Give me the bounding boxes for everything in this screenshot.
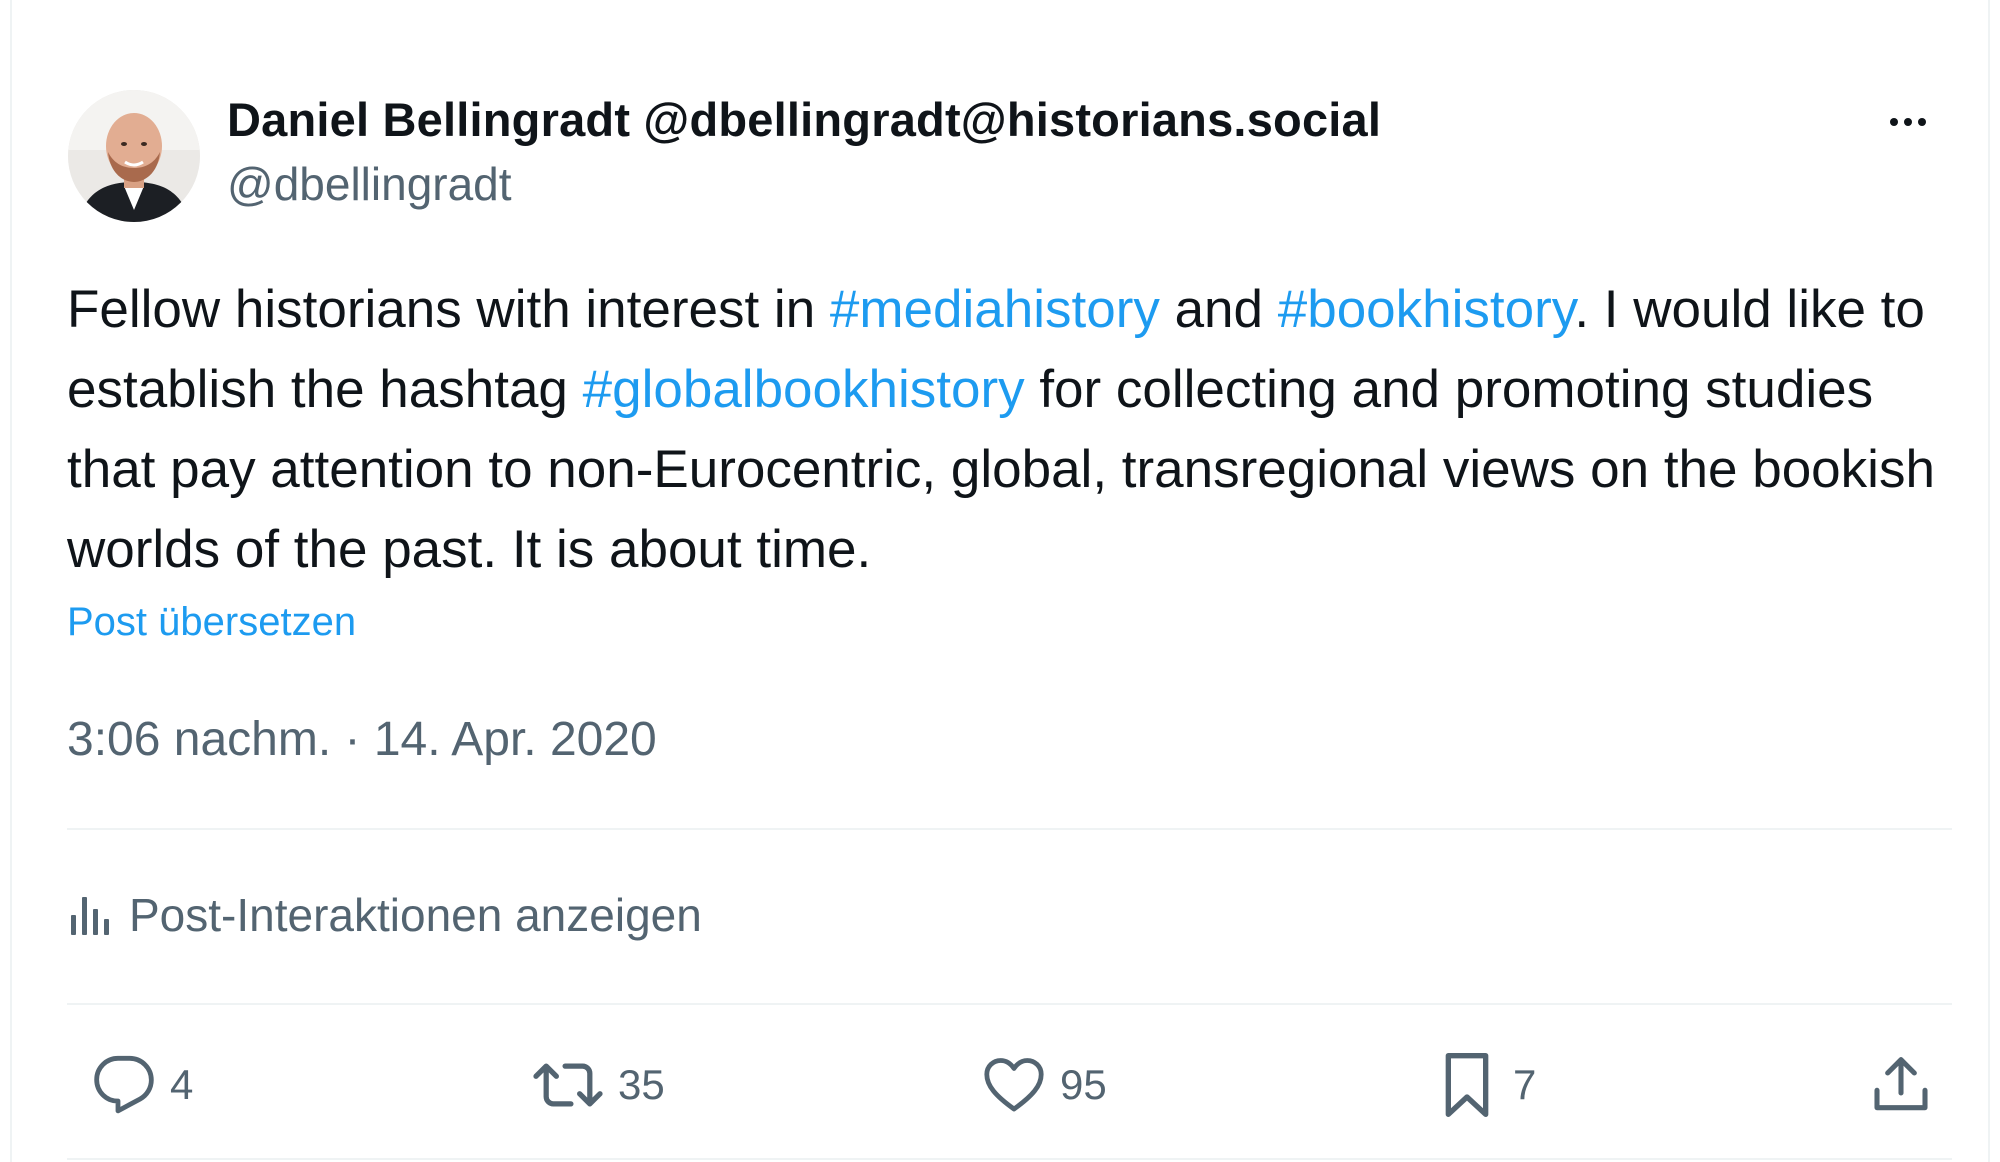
more-options-button[interactable] [1878,92,1938,152]
divider [67,1003,1952,1005]
author-display-name[interactable]: Daniel Bellingradt @dbellingradt@histori… [227,92,1381,147]
hashtag-globalbookhistory[interactable]: #globalbookhistory [583,360,1025,419]
like-count: 95 [1060,1061,1107,1108]
share-button[interactable] [1869,1040,1933,1130]
repost-button[interactable]: 35 [532,1040,665,1130]
action-bar: 4 35 95 7 [67,1040,1952,1130]
post-text-segment: and [1159,280,1278,339]
reply-count: 4 [170,1061,194,1108]
like-button[interactable]: 95 [982,1040,1107,1130]
analytics-icon [71,897,109,935]
avatar-image [68,90,200,222]
divider [67,828,1952,830]
translate-post-link[interactable]: Post übersetzen [67,600,356,645]
hashtag-mediahistory[interactable]: #mediahistory [830,280,1160,339]
reply-icon [94,1055,154,1114]
bookmark-icon [1445,1052,1489,1117]
post-card: Daniel Bellingradt @dbellingradt@histori… [10,0,1990,1162]
post-timestamp[interactable]: 3:06 nachm. · 14. Apr. 2020 [67,712,657,767]
share-icon [1874,1057,1928,1111]
hashtag-bookhistory[interactable]: #bookhistory [1278,280,1575,339]
author-handle[interactable]: @dbellingradt [227,157,512,211]
reply-button[interactable]: 4 [92,1040,193,1130]
repost-count: 35 [618,1061,665,1108]
view-post-analytics-button[interactable]: Post-Interaktionen anzeigen [67,880,702,950]
heart-icon [984,1058,1044,1112]
post-text-segment: Fellow historians with interest in [67,280,830,339]
divider [67,1158,1952,1160]
analytics-label: Post-Interaktionen anzeigen [129,889,702,941]
bookmark-button[interactable]: 7 [1435,1040,1536,1130]
bookmark-count: 7 [1513,1061,1537,1108]
more-icon [1890,118,1898,126]
avatar[interactable] [68,90,200,222]
repost-icon [533,1063,603,1107]
post-text: Fellow historians with interest in #medi… [67,270,1967,590]
